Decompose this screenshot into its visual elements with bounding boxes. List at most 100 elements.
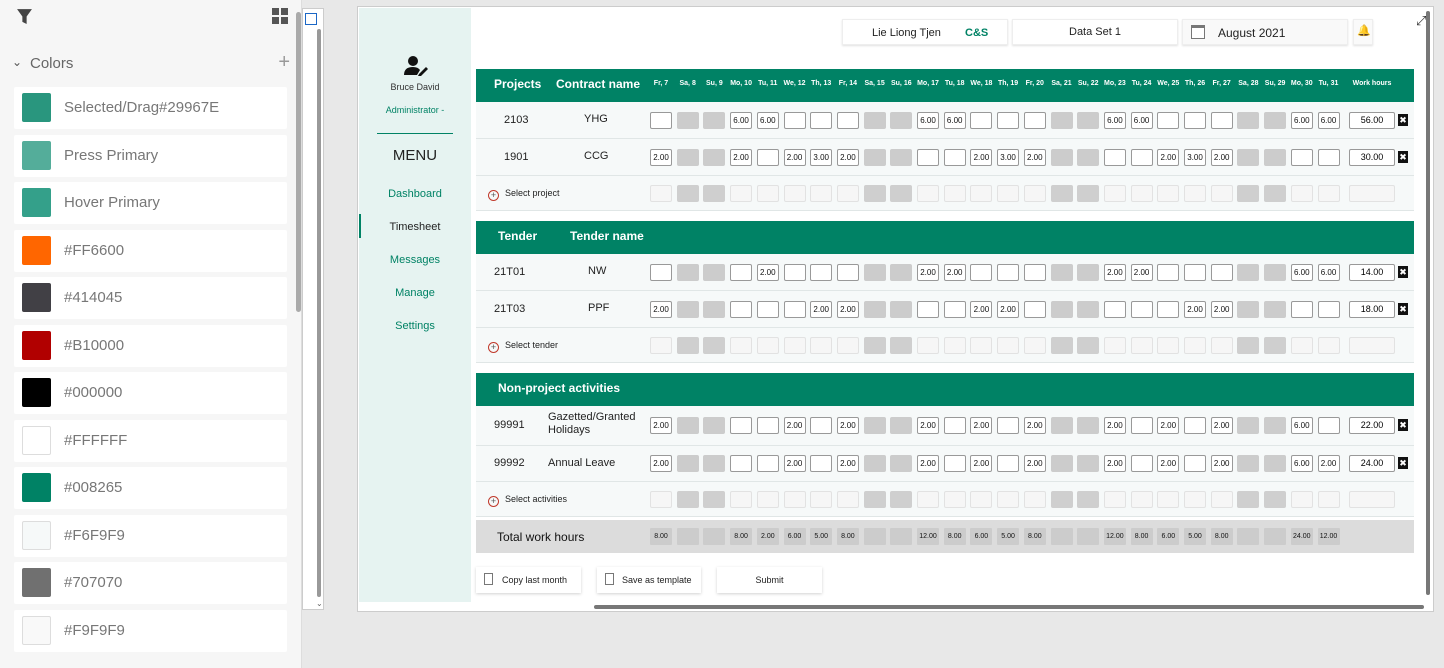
scroll-down-icon[interactable]: ⌄: [316, 599, 323, 608]
dataset-selector[interactable]: Data Set 1: [1012, 19, 1178, 45]
hour-input[interactable]: [836, 263, 859, 281]
user-company-selector[interactable]: Lie Liong Tjen C&S: [842, 19, 1008, 45]
hour-input[interactable]: 6.00: [1130, 111, 1153, 129]
hour-input[interactable]: [1184, 417, 1206, 434]
hour-input[interactable]: 2.00: [836, 417, 859, 434]
hour-input[interactable]: [997, 417, 1020, 434]
hour-input[interactable]: [1103, 148, 1126, 166]
hour-input[interactable]: 3.00: [997, 148, 1020, 166]
colors-section-header[interactable]: ⌄ Colors +: [10, 51, 290, 76]
hour-input[interactable]: 2.00: [1157, 148, 1180, 166]
color-swatch-row[interactable]: #FF6600: [14, 229, 287, 272]
hour-input[interactable]: [1317, 417, 1340, 434]
hour-input[interactable]: 2.00: [783, 148, 806, 166]
hour-input[interactable]: [1130, 417, 1153, 434]
hour-input[interactable]: 2.00: [810, 300, 833, 318]
hour-input[interactable]: [730, 455, 753, 472]
app-vertical-scrollbar[interactable]: [1426, 11, 1430, 595]
hour-input[interactable]: [1317, 300, 1340, 318]
grid-view-icon[interactable]: [272, 8, 288, 24]
menu-item-dashboard[interactable]: Dashboard: [359, 188, 471, 200]
hour-input[interactable]: 6.00: [1317, 111, 1340, 129]
add-projects-link[interactable]: + Select project: [488, 188, 560, 201]
color-swatch-row[interactable]: #000000: [14, 372, 287, 414]
hour-input[interactable]: [1210, 263, 1233, 281]
add-tenders-link[interactable]: + Select tender: [488, 340, 558, 353]
hour-input[interactable]: 6.00: [917, 111, 939, 129]
hour-input[interactable]: [756, 300, 779, 318]
hour-input[interactable]: 2.00: [1210, 148, 1233, 166]
hour-input[interactable]: [1290, 300, 1313, 318]
app-horizontal-scrollbar[interactable]: [594, 605, 1424, 609]
color-swatch-row[interactable]: #B10000: [14, 324, 287, 367]
hour-input[interactable]: [1130, 148, 1153, 166]
hour-input[interactable]: [917, 300, 939, 318]
hour-input[interactable]: [730, 300, 753, 318]
hour-input[interactable]: [997, 455, 1020, 472]
hour-input[interactable]: [943, 148, 966, 166]
hour-input[interactable]: 2.00: [1103, 417, 1126, 434]
hour-input[interactable]: [1317, 148, 1340, 166]
hour-input[interactable]: 2.00: [783, 417, 806, 434]
color-swatch-row[interactable]: Selected/Drag#29967E: [14, 87, 287, 129]
hour-input[interactable]: 6.00: [1317, 263, 1340, 281]
menu-item-settings[interactable]: Settings: [359, 320, 471, 332]
hour-input[interactable]: 2.00: [836, 148, 859, 166]
panel-scrollbar[interactable]: [296, 12, 301, 312]
hour-input[interactable]: 2.00: [1210, 417, 1233, 434]
hour-input[interactable]: 2.00: [1023, 455, 1046, 472]
fullscreen-icon[interactable]: ⤢: [1416, 13, 1426, 29]
delete-row-icon[interactable]: ✖: [1398, 302, 1408, 315]
month-picker[interactable]: August 2021: [1182, 19, 1348, 45]
hour-input[interactable]: 2.00: [650, 300, 672, 318]
hour-input[interactable]: 2.00: [1023, 417, 1046, 434]
hour-input[interactable]: [1184, 263, 1206, 281]
hour-input[interactable]: [810, 455, 833, 472]
hour-input[interactable]: 2.00: [836, 455, 859, 472]
hour-input[interactable]: [730, 417, 753, 434]
hour-input[interactable]: [1290, 148, 1313, 166]
delete-row-icon[interactable]: ✖: [1398, 265, 1408, 278]
hour-input[interactable]: [730, 263, 753, 281]
hour-input[interactable]: [1157, 263, 1180, 281]
hour-input[interactable]: 2.00: [1317, 455, 1340, 472]
color-swatch-row[interactable]: #008265: [14, 467, 287, 509]
add-activities-link[interactable]: + Select activities: [488, 494, 567, 507]
hour-input[interactable]: 2.00: [730, 148, 753, 166]
hour-input[interactable]: [650, 111, 672, 129]
hour-input[interactable]: 2.00: [970, 300, 993, 318]
hour-input[interactable]: [970, 111, 993, 129]
color-swatch-row[interactable]: Press Primary: [14, 134, 287, 177]
hour-input[interactable]: [1157, 111, 1180, 129]
color-swatch-row[interactable]: Hover Primary: [14, 182, 287, 224]
hour-input[interactable]: 2.00: [917, 417, 939, 434]
delete-row-icon[interactable]: ✖: [1398, 457, 1408, 469]
hour-input[interactable]: 2.00: [1103, 455, 1126, 472]
hour-input[interactable]: [943, 455, 966, 472]
hour-input[interactable]: 6.00: [756, 111, 779, 129]
hour-input[interactable]: 6.00: [1290, 417, 1313, 434]
hour-input[interactable]: [756, 455, 779, 472]
hour-input[interactable]: [1023, 263, 1046, 281]
hour-input[interactable]: 2.00: [1103, 263, 1126, 281]
color-swatch-row[interactable]: #F9F9F9: [14, 609, 287, 652]
hour-input[interactable]: [783, 300, 806, 318]
hour-input[interactable]: 6.00: [943, 111, 966, 129]
hour-input[interactable]: [943, 300, 966, 318]
hour-input[interactable]: 2.00: [650, 148, 672, 166]
hour-input[interactable]: [783, 263, 806, 281]
hour-input[interactable]: 2.00: [783, 455, 806, 472]
hour-input[interactable]: [756, 148, 779, 166]
hour-input[interactable]: [810, 263, 833, 281]
hour-input[interactable]: [997, 111, 1020, 129]
hour-input[interactable]: [783, 111, 806, 129]
resize-icon[interactable]: [305, 13, 317, 25]
copy-last-month-button[interactable]: Copy last month: [476, 567, 581, 593]
hour-input[interactable]: 2.00: [943, 263, 966, 281]
hour-input[interactable]: [1023, 111, 1046, 129]
hour-input[interactable]: 3.00: [810, 148, 833, 166]
hour-input[interactable]: 2.00: [917, 263, 939, 281]
color-swatch-row[interactable]: #414045: [14, 277, 287, 319]
color-swatch-row[interactable]: #F6F9F9: [14, 514, 287, 557]
hour-input[interactable]: 2.00: [1157, 417, 1180, 434]
